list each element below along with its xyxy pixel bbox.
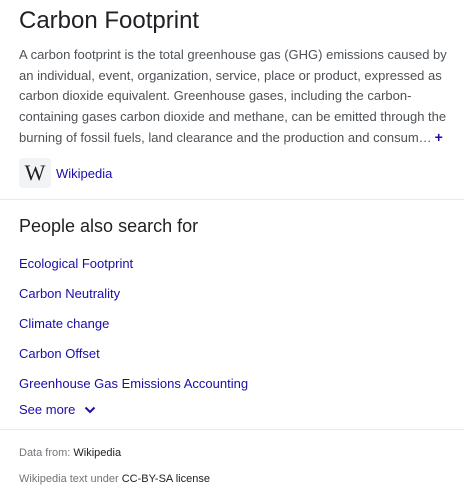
see-more-label: See more [19,402,76,417]
wikipedia-source-link[interactable]: Wikipedia [56,166,112,181]
footer-divider [0,429,464,430]
source-attribution: W Wikipedia [19,158,112,188]
related-link-ghg-accounting[interactable]: Greenhouse Gas Emissions Accounting [19,376,248,391]
panel-title: Carbon Footprint [19,7,200,34]
list-item: Climate change [19,314,248,344]
data-from-wikipedia-link[interactable]: Wikipedia [73,447,121,459]
chevron-down-icon [85,406,96,413]
wikipedia-logo-icon: W [19,158,51,188]
data-from-label: Data from: [19,447,74,459]
list-item: Greenhouse Gas Emissions Accounting [19,374,248,404]
related-search-list: Ecological Footprint Carbon Neutrality C… [19,254,248,404]
list-item: Carbon Offset [19,344,248,374]
related-heading: People also search for [19,216,199,236]
related-link-ecological-footprint[interactable]: Ecological Footprint [19,256,133,271]
related-link-climate-change[interactable]: Climate change [19,316,109,331]
license-line: Wikipedia text under CC-BY-SA license [19,473,210,485]
related-link-carbon-neutrality[interactable]: Carbon Neutrality [19,286,120,301]
list-item: Carbon Neutrality [19,284,248,314]
data-source-line: Data from: Wikipedia [19,447,121,459]
cc-by-sa-license-link[interactable]: CC-BY-SA license [122,473,210,485]
expand-description-button[interactable]: + [435,129,443,145]
see-more-button[interactable]: See more [19,402,96,417]
description-body: A carbon footprint is the total greenhou… [19,47,447,145]
license-label: Wikipedia text under [19,473,122,485]
section-divider [0,199,464,200]
description-text: A carbon footprint is the total greenhou… [19,45,449,149]
knowledge-panel: Carbon Footprint A carbon footprint is t… [0,0,464,495]
list-item: Ecological Footprint [19,254,248,284]
related-link-carbon-offset[interactable]: Carbon Offset [19,346,100,361]
